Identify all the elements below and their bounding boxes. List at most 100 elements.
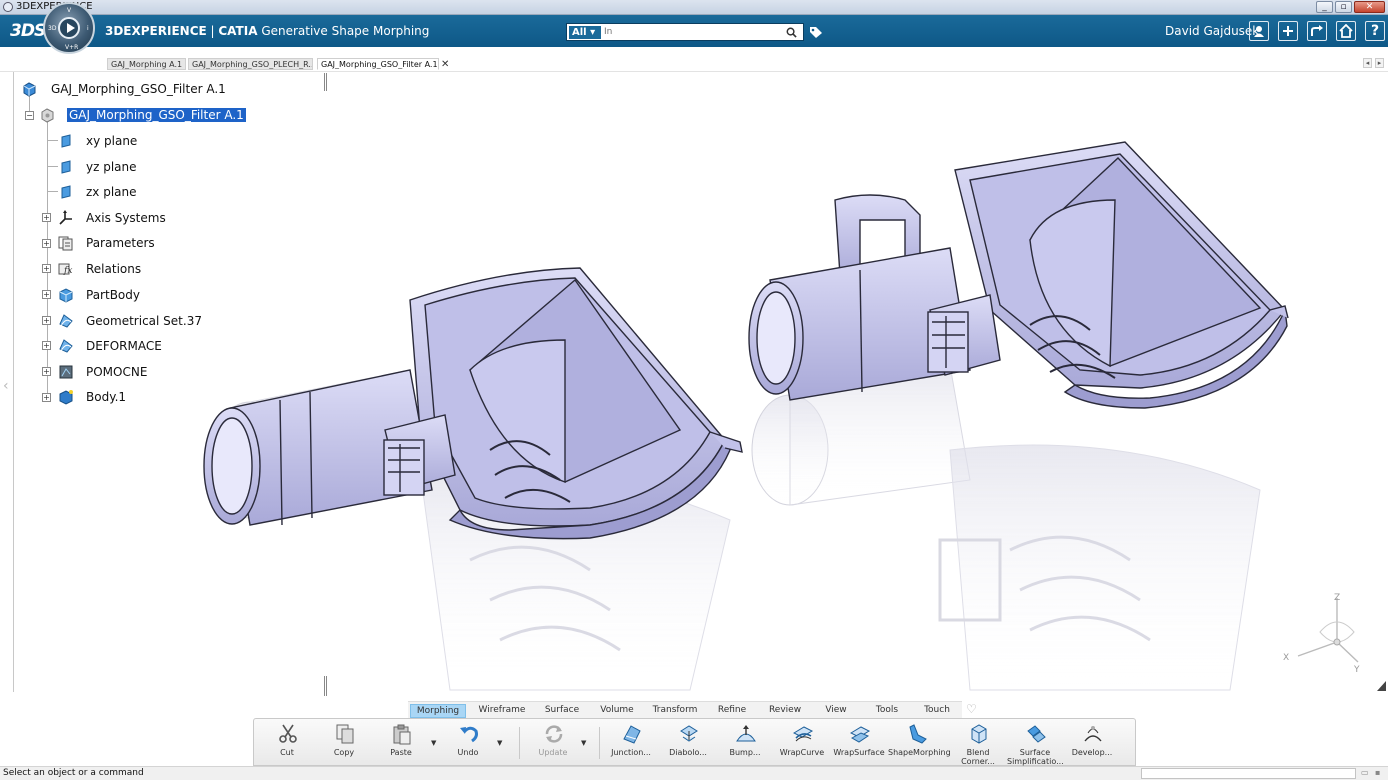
tab-scroll-left-icon[interactable]: ◂ bbox=[1363, 58, 1372, 68]
tree-item-zx-plane[interactable]: zx plane bbox=[58, 183, 137, 201]
expand-pomocne-icon[interactable]: + bbox=[42, 367, 51, 376]
axis-compass-widget[interactable]: Z X Y bbox=[1280, 592, 1370, 672]
tab-volume[interactable]: Volume bbox=[592, 704, 642, 718]
surface-simplification-button[interactable]: Surface Simplificatio... bbox=[1007, 721, 1064, 766]
undo-dropdown-icon[interactable]: ▼ bbox=[497, 739, 502, 747]
expand-geometrical-set-icon[interactable]: + bbox=[42, 316, 51, 325]
junction-button[interactable]: Junction... bbox=[603, 721, 659, 765]
update-dropdown-icon[interactable]: ▼ bbox=[581, 739, 586, 747]
minimize-button[interactable]: _ bbox=[1316, 1, 1333, 13]
profile-button[interactable] bbox=[1249, 21, 1269, 41]
tab-review[interactable]: Review bbox=[760, 704, 810, 718]
tab-surface[interactable]: Surface bbox=[536, 704, 588, 718]
tree-item-xy-plane[interactable]: xy plane bbox=[58, 132, 137, 150]
shapemorphing-button[interactable]: ShapeMorphing bbox=[888, 721, 951, 765]
restore-button[interactable]: ▫ bbox=[1335, 1, 1352, 13]
search-icon[interactable] bbox=[786, 27, 797, 38]
compass-right-quadrant[interactable]: i bbox=[87, 25, 89, 32]
expand-partbody-icon[interactable]: + bbox=[42, 290, 51, 299]
help-button[interactable]: ? bbox=[1365, 21, 1385, 41]
undo-button[interactable]: Undo bbox=[440, 721, 496, 765]
compass-top-quadrant[interactable]: V bbox=[67, 7, 71, 14]
user-name[interactable]: David Gajdusek bbox=[1165, 24, 1259, 38]
bump-icon bbox=[736, 725, 756, 742]
tab-gaj-morphing[interactable]: GAJ_Morphing A.1 bbox=[107, 58, 186, 70]
tree-item-label: POMOCNE bbox=[86, 365, 148, 379]
tab-morphing[interactable]: Morphing bbox=[410, 704, 466, 718]
share-icon bbox=[1311, 25, 1323, 36]
tab-gaj-morphing-gso-filter[interactable]: GAJ_Morphing_GSO_Filter A.1 bbox=[317, 58, 439, 70]
tab-refine[interactable]: Refine bbox=[708, 704, 756, 718]
tag-icon[interactable] bbox=[809, 26, 823, 39]
expand-parameters-icon[interactable]: + bbox=[42, 239, 51, 248]
copy-icon bbox=[336, 724, 354, 744]
search-box: All ▾ bbox=[566, 23, 804, 41]
expand-deformace-icon[interactable]: + bbox=[42, 341, 51, 350]
scissors-icon bbox=[279, 724, 297, 743]
wrapcurve-button[interactable]: WrapCurve bbox=[774, 721, 830, 765]
diabolo-button[interactable]: Diabolo... bbox=[660, 721, 716, 765]
copy-label: Copy bbox=[333, 748, 355, 757]
cut-label: Cut bbox=[280, 748, 294, 757]
blend-corner-button[interactable]: Blend Corner... bbox=[950, 721, 1006, 766]
search-input[interactable] bbox=[604, 25, 774, 39]
tab-view[interactable]: View bbox=[814, 704, 858, 718]
plane-icon bbox=[58, 159, 74, 175]
add-button[interactable] bbox=[1278, 21, 1298, 41]
z-axis-label: Z bbox=[1334, 593, 1340, 603]
status-tool-icon[interactable]: ▭ bbox=[1361, 768, 1371, 778]
tab-gaj-morphing-gso-plech[interactable]: GAJ_Morphing_GSO_PLECH_R... bbox=[188, 58, 313, 70]
play-icon[interactable] bbox=[58, 17, 80, 39]
expand-body-icon[interactable]: + bbox=[42, 393, 51, 402]
expand-axis-systems-icon[interactable]: + bbox=[42, 213, 51, 222]
wrapsurface-button[interactable]: WrapSurface bbox=[831, 721, 887, 765]
home-button[interactable] bbox=[1336, 21, 1356, 41]
tree-item-partbody[interactable]: PartBody bbox=[58, 286, 140, 304]
compass-left-quadrant[interactable]: 3D bbox=[48, 25, 56, 32]
tab-touch[interactable]: Touch bbox=[914, 704, 960, 718]
paste-button[interactable]: Paste bbox=[373, 721, 429, 765]
compass-widget[interactable]: V 3D i V+R bbox=[43, 2, 95, 54]
develop-button[interactable]: Develop... bbox=[1064, 721, 1120, 765]
svg-text:fx: fx bbox=[63, 266, 72, 276]
tab-wireframe[interactable]: Wireframe bbox=[474, 704, 530, 718]
tab-tools[interactable]: Tools bbox=[864, 704, 910, 718]
tree-item-deformace[interactable]: DEFORMACE bbox=[58, 337, 162, 355]
develop-label: Develop... bbox=[1071, 748, 1113, 757]
separator bbox=[599, 727, 600, 759]
tree-item-pomocne[interactable]: POMOCNE bbox=[58, 363, 147, 381]
tree-item-axis-systems[interactable]: Axis Systems bbox=[58, 209, 166, 227]
close-window-button[interactable]: ✕ bbox=[1354, 1, 1385, 13]
reflection-right bbox=[751, 364, 1261, 691]
bump-button[interactable]: Bump... bbox=[717, 721, 773, 765]
share-button[interactable] bbox=[1307, 21, 1327, 41]
3d-viewport[interactable] bbox=[170, 130, 1320, 700]
update-button[interactable]: Update bbox=[525, 721, 581, 765]
more-tabs-chevron-icon[interactable]: ♡ bbox=[966, 702, 977, 716]
tree-item-body-1[interactable]: Body.1 bbox=[58, 388, 126, 406]
tree-part-node[interactable]: GAJ_Morphing_GSO_Filter A.1 bbox=[39, 106, 246, 124]
tab-transform[interactable]: Transform bbox=[648, 704, 702, 718]
junction-icon bbox=[623, 725, 641, 744]
search-scope-dropdown[interactable]: All ▾ bbox=[569, 26, 601, 39]
copy-button[interactable]: Copy bbox=[316, 721, 372, 765]
viewport-splitter[interactable] bbox=[324, 73, 327, 91]
partbody-icon bbox=[58, 287, 74, 303]
cut-button[interactable]: Cut bbox=[259, 721, 315, 765]
compass-bottom-quadrant[interactable]: V+R bbox=[65, 44, 78, 51]
expand-relations-icon[interactable]: + bbox=[42, 264, 51, 273]
tree-item-relations[interactable]: fx Relations bbox=[58, 260, 141, 278]
tree-root[interactable]: GAJ_Morphing_GSO_Filter A.1 bbox=[21, 80, 226, 98]
close-tab-icon[interactable]: ✕ bbox=[441, 59, 449, 70]
update-label: Update bbox=[538, 748, 568, 757]
tab-scroll-right-icon[interactable]: ▸ bbox=[1375, 58, 1384, 68]
tree-connector bbox=[48, 166, 58, 167]
tree-item-yz-plane[interactable]: yz plane bbox=[58, 158, 137, 176]
tree-item-parameters[interactable]: Parameters bbox=[58, 234, 155, 252]
power-input-field[interactable] bbox=[1141, 768, 1356, 779]
tree-part-label: GAJ_Morphing_GSO_Filter A.1 bbox=[67, 108, 246, 122]
collapse-panel-icon[interactable]: ‹ bbox=[3, 378, 9, 394]
paste-dropdown-icon[interactable]: ▼ bbox=[431, 739, 436, 747]
status-alert-icon[interactable]: ▪ bbox=[1375, 768, 1385, 778]
collapse-part-icon[interactable]: − bbox=[25, 111, 34, 120]
